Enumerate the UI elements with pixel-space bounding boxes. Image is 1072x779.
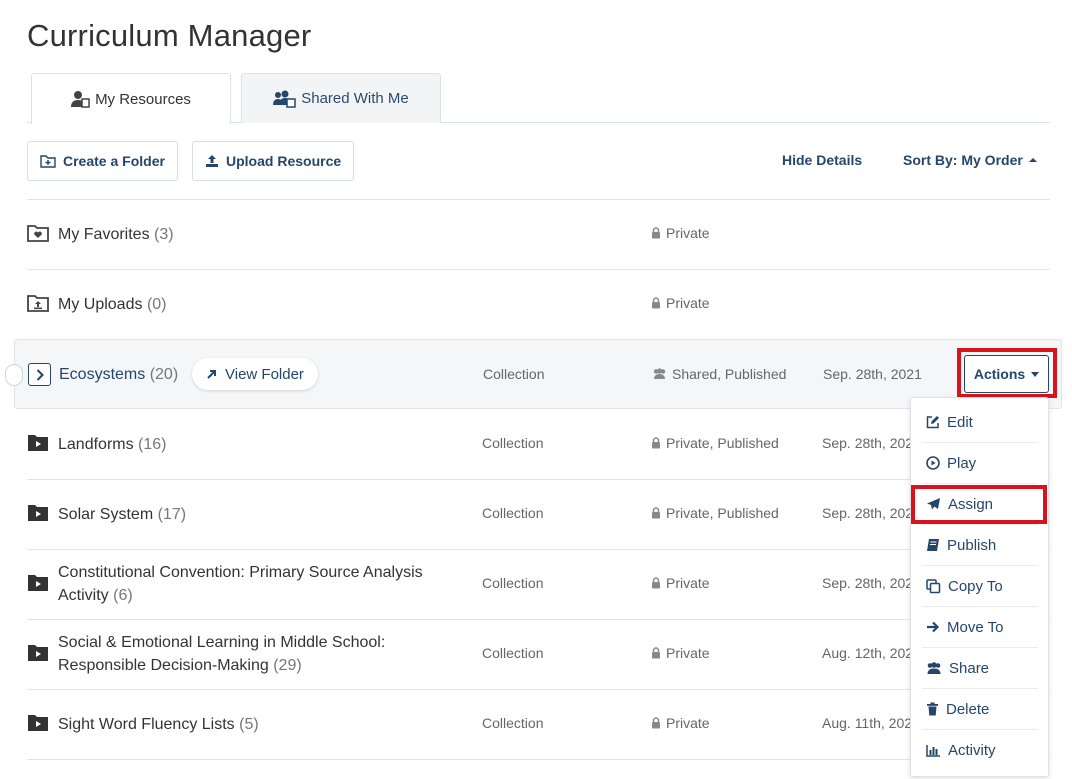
- resize-handle[interactable]: [5, 364, 23, 386]
- item-name[interactable]: Sight Word Fluency Lists (5): [58, 713, 259, 736]
- privacy-status: Private: [651, 715, 710, 731]
- folder-play-icon: [28, 435, 48, 451]
- privacy-status: Private, Published: [651, 505, 779, 521]
- arrow-right-icon: [927, 621, 940, 633]
- menu-item-play[interactable]: Play: [922, 443, 1038, 484]
- tab-my-resources[interactable]: My Resources: [31, 73, 231, 124]
- item-date: Sep. 28th, 2021: [822, 505, 921, 521]
- bar-chart-icon: [926, 745, 940, 757]
- edit-icon: [926, 416, 939, 429]
- lock-icon: [652, 297, 660, 309]
- list-item[interactable]: Landforms (16) Collection Private, Publi…: [27, 409, 1050, 479]
- item-name[interactable]: Constitutional Convention: Primary Sourc…: [58, 561, 423, 607]
- divider: [27, 759, 1050, 760]
- play-circle-icon: [926, 456, 940, 470]
- item-date: Sep. 28th, 2021: [822, 575, 921, 591]
- folder-play-icon: [28, 645, 48, 661]
- create-folder-button[interactable]: Create a Folder: [27, 141, 178, 181]
- folder-play-icon: [28, 715, 48, 731]
- menu-item-edit[interactable]: Edit: [922, 402, 1038, 443]
- item-date: Sep. 28th, 2021: [823, 366, 922, 382]
- lock-icon: [652, 437, 660, 449]
- upload-folder-icon: [27, 295, 49, 312]
- item-date: Aug. 11th, 2021: [822, 715, 920, 731]
- actions-dropdown-button[interactable]: Actions: [964, 355, 1049, 393]
- lock-icon: [652, 577, 660, 589]
- upload-icon: [206, 155, 218, 167]
- privacy-status: Private: [651, 575, 710, 591]
- users-file-icon: [273, 90, 296, 108]
- item-type: Collection: [482, 715, 544, 731]
- caret-down-icon: [1031, 371, 1040, 377]
- menu-item-delete[interactable]: Delete: [922, 689, 1038, 730]
- list-item[interactable]: My Favorites (3) Private: [27, 199, 1050, 269]
- item-date: Aug. 12th, 2021: [822, 645, 921, 661]
- lock-icon: [652, 717, 660, 729]
- item-name[interactable]: Solar System (17): [58, 503, 186, 526]
- actions-menu: Edit Play Assign Publish Copy To Move To…: [910, 397, 1049, 777]
- sort-by-dropdown[interactable]: Sort By: My Order: [903, 152, 1038, 168]
- item-name[interactable]: Social & Emotional Learning in Middle Sc…: [58, 631, 385, 677]
- arrow-up-right-icon: [207, 369, 216, 379]
- folder-plus-icon: [40, 155, 56, 168]
- book-icon: [927, 539, 939, 551]
- lock-icon: [652, 507, 660, 519]
- tab-bar: My Resources Shared With Me: [27, 73, 1050, 124]
- user-file-icon: [71, 91, 90, 108]
- list-item[interactable]: Constitutional Convention: Primary Sourc…: [27, 549, 1050, 619]
- hide-details-link[interactable]: Hide Details: [782, 152, 862, 168]
- item-type: Collection: [483, 366, 545, 382]
- heart-folder-icon: [27, 225, 49, 242]
- users-icon: [927, 661, 941, 674]
- menu-item-share[interactable]: Share: [922, 648, 1038, 689]
- upload-resource-button[interactable]: Upload Resource: [192, 141, 355, 181]
- privacy-status: Private: [651, 645, 710, 661]
- chevron-right-icon: [36, 368, 44, 381]
- menu-item-publish[interactable]: Publish: [922, 525, 1038, 566]
- highlight-box: [911, 485, 1047, 524]
- item-name[interactable]: Ecosystems (20): [59, 363, 178, 386]
- item-name[interactable]: My Uploads (0): [58, 293, 167, 316]
- trash-icon: [927, 702, 938, 716]
- menu-item-activity[interactable]: Activity: [922, 730, 1038, 771]
- menu-item-move-to[interactable]: Move To: [922, 607, 1038, 648]
- privacy-status: Private: [651, 295, 710, 311]
- expand-button[interactable]: [28, 363, 51, 386]
- lock-icon: [652, 647, 660, 659]
- privacy-status: Shared, Published: [652, 366, 786, 382]
- tab-label: My Resources: [95, 90, 191, 108]
- list-item[interactable]: Social & Emotional Learning in Middle Sc…: [27, 619, 1050, 689]
- lock-icon: [652, 227, 660, 239]
- caret-up-icon: [1028, 158, 1037, 162]
- item-type: Collection: [482, 645, 544, 661]
- privacy-status: Private, Published: [651, 435, 779, 451]
- view-folder-button[interactable]: View Folder: [192, 358, 318, 390]
- item-type: Collection: [482, 435, 544, 451]
- list-item[interactable]: My Uploads (0) Private: [27, 269, 1050, 339]
- copy-icon: [926, 578, 941, 593]
- item-date: Sep. 28th, 2021: [822, 435, 921, 451]
- folder-play-icon: [28, 505, 48, 521]
- folder-play-icon: [28, 575, 48, 591]
- list-item[interactable]: Solar System (17) Collection Private, Pu…: [27, 479, 1050, 549]
- list-item-selected[interactable]: Ecosystems (20) View Folder Collection S…: [5, 339, 1062, 409]
- list-item[interactable]: Sight Word Fluency Lists (5) Collection …: [27, 689, 1050, 759]
- item-name[interactable]: Landforms (16): [58, 433, 167, 456]
- menu-item-copy-to[interactable]: Copy To: [922, 566, 1038, 607]
- users-icon: [653, 368, 666, 379]
- page-title: Curriculum Manager: [27, 18, 312, 53]
- item-type: Collection: [482, 505, 544, 521]
- item-type: Collection: [482, 575, 544, 591]
- privacy-status: Private: [651, 225, 710, 241]
- tab-shared-with-me[interactable]: Shared With Me: [241, 73, 441, 123]
- item-name[interactable]: My Favorites (3): [58, 223, 174, 246]
- tab-label: Shared With Me: [301, 90, 409, 107]
